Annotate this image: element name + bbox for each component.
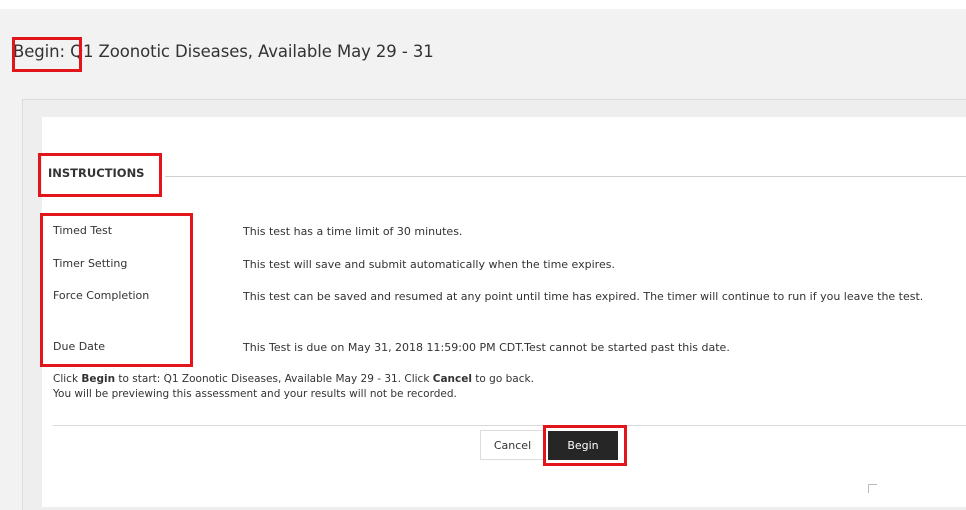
preview-note: You will be previewing this assessment a…	[53, 388, 457, 400]
cancel-button[interactable]: Cancel	[480, 430, 545, 460]
top-strip	[0, 0, 966, 9]
row-value-due-date: This Test is due on May 31, 2018 11:59:0…	[243, 341, 730, 354]
highlight-instructions	[38, 153, 162, 197]
note-text: Click	[53, 373, 82, 385]
row-value-timer-setting: This test will save and submit automatic…	[243, 258, 615, 271]
page-title-text: Q1 Zoonotic Diseases, Available May 29 -…	[64, 42, 434, 61]
highlight-begin-button	[543, 425, 627, 466]
note-begin-word: Begin	[81, 373, 116, 385]
begin-instructions-note: Click Begin to start: Q1 Zoonotic Diseas…	[53, 373, 534, 385]
highlight-row-labels	[40, 213, 193, 367]
row-value-timed-test: This test has a time limit of 30 minutes…	[243, 225, 463, 238]
note-text: to start: Q1 Zoonotic Diseases, Availabl…	[115, 373, 433, 385]
note-cancel-word: Cancel	[432, 373, 472, 385]
note-text: to go back.	[471, 373, 534, 385]
actions-divider	[53, 425, 966, 426]
instructions-divider	[165, 176, 966, 177]
row-value-force-completion: This test can be saved and resumed at an…	[243, 290, 924, 303]
highlight-title-begin	[12, 37, 82, 72]
resize-corner	[868, 484, 877, 493]
